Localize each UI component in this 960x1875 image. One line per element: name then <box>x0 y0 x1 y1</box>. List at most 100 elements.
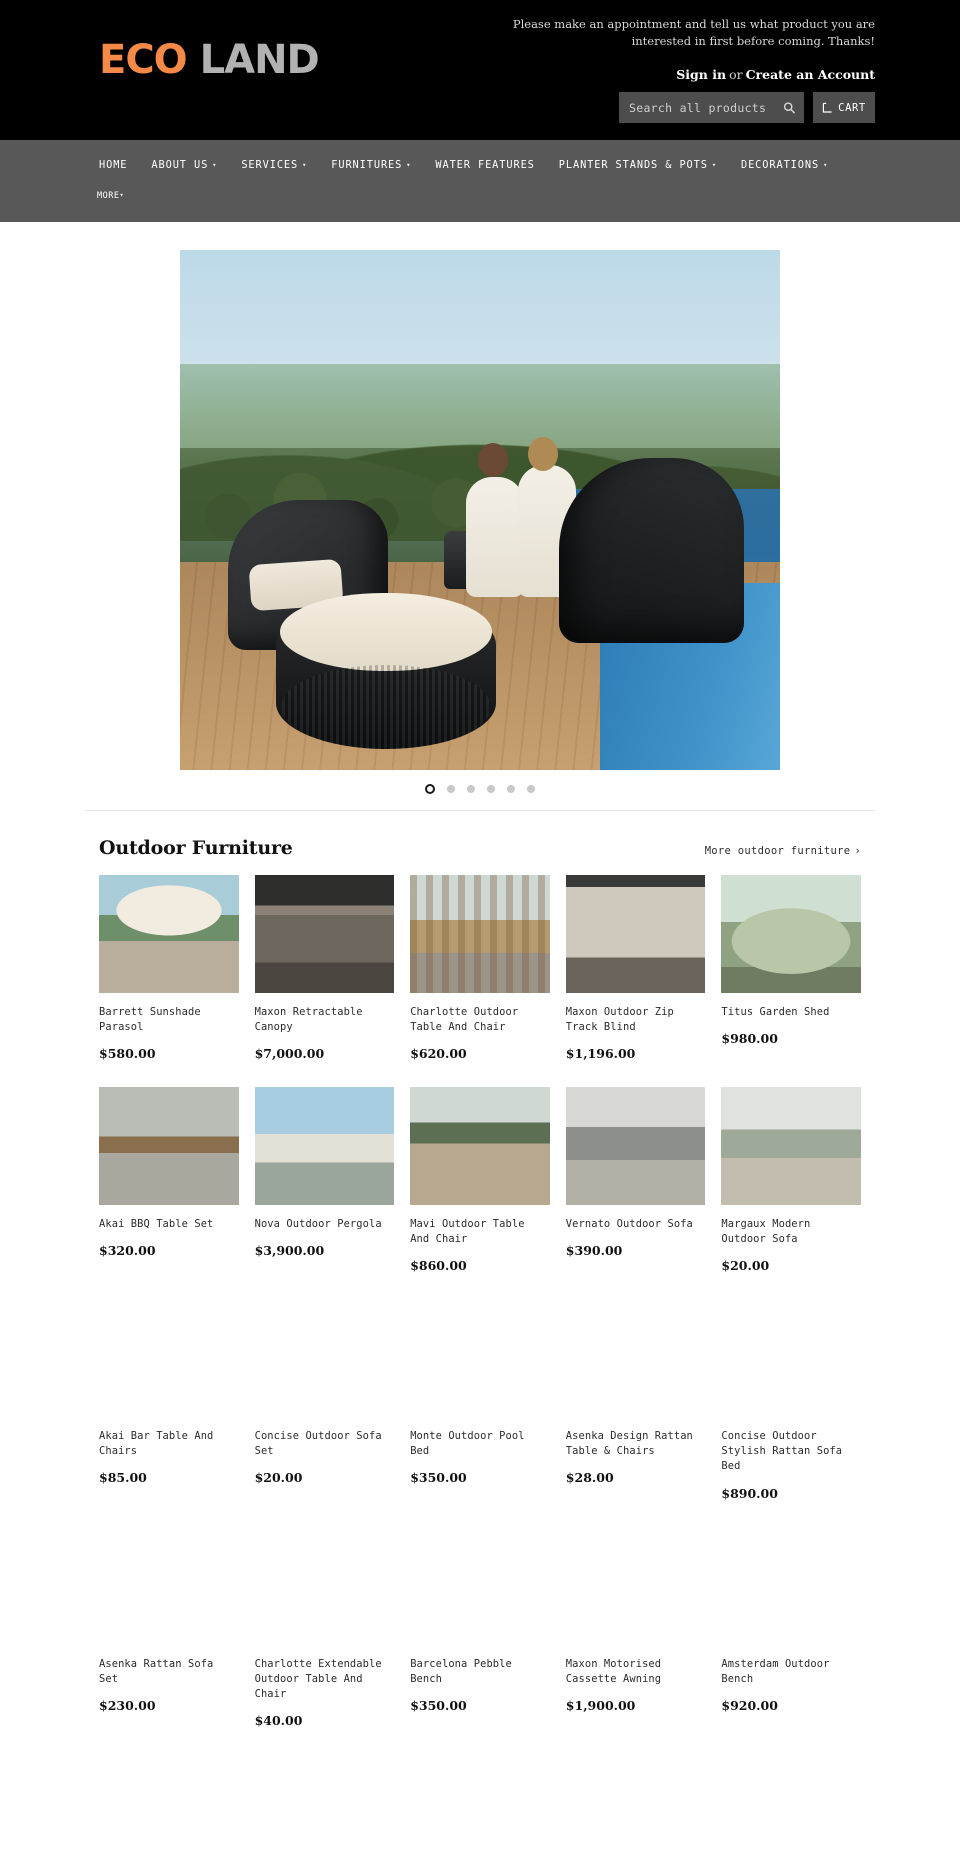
product-title[interactable]: Amsterdam Outdoor Bench <box>721 1657 861 1687</box>
product-title[interactable]: Mavi Outdoor Table And Chair <box>410 1217 550 1247</box>
carousel-dot-4[interactable] <box>487 785 495 793</box>
create-account-link[interactable]: Create an Account <box>746 67 875 82</box>
carousel-dot-5[interactable] <box>507 785 515 793</box>
search-icon[interactable] <box>783 101 796 114</box>
product-card: Akai BBQ Table Set $320.00 <box>99 1087 239 1299</box>
product-title[interactable]: Maxon Retractable Canopy <box>255 1005 395 1035</box>
product-image[interactable] <box>254 1087 395 1206</box>
product-title[interactable]: Nova Outdoor Pergola <box>255 1217 395 1232</box>
product-price: $230.00 <box>99 1697 156 1713</box>
product-card: Asenka Rattan Sofa Set $230.00 <box>99 1527 239 1754</box>
product-price: $860.00 <box>410 1258 467 1274</box>
product-card: Nova Outdoor Pergola $3,900.00 <box>254 1087 395 1299</box>
product-card: Maxon Motorised Cassette Awning $1,900.0… <box>566 1527 706 1754</box>
sign-in-link[interactable]: Sign in <box>676 67 726 82</box>
site-logo[interactable]: ECO LAND <box>99 37 320 83</box>
product-title[interactable]: Charlotte Outdoor Table And Chair <box>410 1005 550 1035</box>
nav-label: HOME <box>99 159 128 171</box>
nav-label: PLANTER STANDS & POTS <box>558 159 708 171</box>
product-image[interactable] <box>565 1087 706 1206</box>
section-header: Outdoor Furniture More outdoor furniture… <box>85 837 875 875</box>
nav-item-more[interactable]: MORE ▾ <box>85 179 136 209</box>
carousel-dot-1[interactable] <box>425 784 435 794</box>
carousel-slide-image[interactable] <box>180 250 780 770</box>
product-image[interactable] <box>99 1527 239 1645</box>
cart-button[interactable]: CART <box>813 92 875 123</box>
product-price: $7,000.00 <box>254 1046 325 1062</box>
product-price: $980.00 <box>721 1031 778 1047</box>
nav-item-home[interactable]: HOME <box>85 151 139 179</box>
nav-item-decorations[interactable]: DECORATIONS ▾ <box>729 151 840 179</box>
product-image[interactable] <box>410 1087 550 1206</box>
product-title[interactable]: Concise Outdoor Stylish Rattan Sofa Bed <box>721 1429 861 1474</box>
product-price: $350.00 <box>410 1697 467 1713</box>
nav-label: DECORATIONS <box>740 159 820 171</box>
nav-item-planter-stands-and-pots[interactable]: PLANTER STANDS & POTS ▾ <box>547 151 729 179</box>
product-card: Margaux Modern Outdoor Sofa $20.00 <box>721 1087 861 1299</box>
product-image[interactable] <box>99 1087 239 1206</box>
nav-item-about-us[interactable]: ABOUT US ▾ <box>139 151 229 179</box>
chevron-down-icon: ▾ <box>212 161 218 169</box>
nav-item-furnitures[interactable]: FURNITURES ▾ <box>319 151 423 179</box>
product-image[interactable] <box>99 875 239 993</box>
search-box[interactable] <box>619 92 804 123</box>
product-price: $580.00 <box>99 1046 156 1062</box>
product-title[interactable]: Barcelona Pebble Bench <box>410 1657 550 1687</box>
nav-label: ABOUT US <box>151 159 209 171</box>
product-title[interactable]: Maxon Outdoor Zip Track Blind <box>566 1005 706 1035</box>
search-input[interactable] <box>619 100 769 115</box>
announcement-text: Please make an appointment and tell us w… <box>512 17 875 48</box>
product-title[interactable]: Monte Outdoor Pool Bed <box>410 1429 550 1459</box>
product-card: Barrett Sunshade Parasol $580.00 <box>99 875 239 1087</box>
product-image[interactable] <box>721 1087 861 1206</box>
product-price: $920.00 <box>721 1697 778 1713</box>
product-card: Charlotte Extendable Outdoor Table And C… <box>255 1527 395 1754</box>
carousel-dot-6[interactable] <box>527 785 535 793</box>
more-outdoor-furniture-link[interactable]: More outdoor furniture › <box>705 845 861 857</box>
product-title[interactable]: Vernato Outdoor Sofa <box>566 1217 706 1232</box>
product-title[interactable]: Akai Bar Table And Chairs <box>99 1429 239 1459</box>
product-image[interactable] <box>99 1299 239 1417</box>
product-price: $20.00 <box>254 1470 303 1486</box>
product-title[interactable]: Concise Outdoor Sofa Set <box>255 1429 395 1459</box>
product-image[interactable] <box>721 875 861 993</box>
product-card: Monte Outdoor Pool Bed $350.00 <box>410 1299 550 1526</box>
product-image[interactable] <box>721 1527 861 1645</box>
product-image[interactable] <box>721 1299 861 1417</box>
product-image[interactable] <box>254 875 395 993</box>
product-title[interactable]: Charlotte Extendable Outdoor Table And C… <box>255 1657 395 1702</box>
chevron-down-icon: ▾ <box>823 161 829 169</box>
main-navigation: HOME ABOUT US ▾ SERVICES ▾ FURNITURES ▾ … <box>0 140 960 222</box>
product-card: Concise Outdoor Sofa Set $20.00 <box>255 1299 395 1526</box>
chevron-down-icon: ▾ <box>406 161 412 169</box>
section-title: Outdoor Furniture <box>99 837 293 859</box>
product-image[interactable] <box>255 1299 395 1417</box>
product-image[interactable] <box>410 1527 550 1645</box>
carousel-dot-2[interactable] <box>447 785 455 793</box>
product-card: Maxon Outdoor Zip Track Blind $1,196.00 <box>565 875 706 1087</box>
product-image[interactable] <box>410 1299 550 1417</box>
product-card: Akai Bar Table And Chairs $85.00 <box>99 1299 239 1526</box>
hero-carousel <box>85 222 875 804</box>
product-title[interactable]: Akai BBQ Table Set <box>99 1217 239 1232</box>
product-image[interactable] <box>255 1527 395 1645</box>
product-title[interactable]: Barrett Sunshade Parasol <box>99 1005 239 1035</box>
product-card: Barcelona Pebble Bench $350.00 <box>410 1527 550 1754</box>
product-image[interactable] <box>566 1299 706 1417</box>
product-title[interactable]: Asenka Design Rattan Table & Chairs <box>566 1429 706 1459</box>
nav-item-water-features[interactable]: WATER FEATURES <box>423 151 546 179</box>
product-price: $320.00 <box>99 1243 156 1259</box>
chevron-down-icon: ▾ <box>119 191 125 199</box>
slide-chair-right <box>559 458 744 643</box>
product-title[interactable]: Margaux Modern Outdoor Sofa <box>721 1217 861 1247</box>
logo-text-primary: ECO <box>99 37 188 83</box>
product-title[interactable]: Asenka Rattan Sofa Set <box>99 1657 239 1687</box>
product-image[interactable] <box>565 875 706 993</box>
product-title[interactable]: Titus Garden Shed <box>721 1005 861 1020</box>
product-card: Concise Outdoor Stylish Rattan Sofa Bed … <box>721 1299 861 1526</box>
product-image[interactable] <box>566 1527 706 1645</box>
product-image[interactable] <box>410 875 550 993</box>
nav-item-services[interactable]: SERVICES ▾ <box>229 151 319 179</box>
carousel-dot-3[interactable] <box>467 785 475 793</box>
product-title[interactable]: Maxon Motorised Cassette Awning <box>566 1657 706 1687</box>
